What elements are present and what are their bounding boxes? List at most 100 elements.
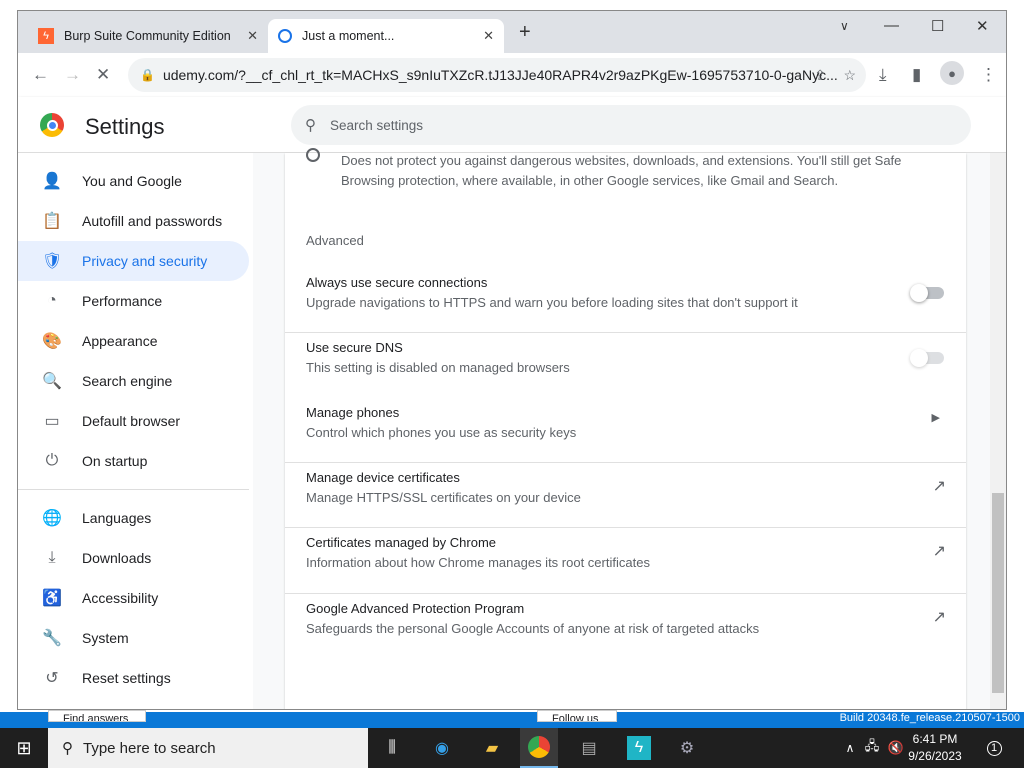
star-icon[interactable]: ☆ <box>843 67 856 84</box>
setting-row-manage-phones[interactable]: Manage phones Control which phones you us… <box>285 405 966 455</box>
shield-icon: 🛡 <box>42 253 63 270</box>
setting-row-manage-device-certificates[interactable]: Manage device certificates Manage HTTPS/S… <box>285 470 966 520</box>
share-icon[interactable]: ⇪ <box>814 67 826 84</box>
close-tab-icon[interactable]: ✕ <box>483 28 494 44</box>
setting-row-use-secure-dns[interactable]: Use secure DNS This setting is disabled o… <box>285 340 966 390</box>
setting-title: Use secure DNS <box>306 340 403 355</box>
sidebar-item-label: Search engine <box>82 373 173 389</box>
notifications-icon[interactable]: 1 <box>982 736 1006 760</box>
sidebar-item-label: Privacy and security <box>82 253 208 269</box>
setting-title: Manage device certificates <box>306 470 460 485</box>
sidebar-item-on-startup[interactable]: ⏻ On startup <box>18 441 249 481</box>
accessibility-icon: ♿ <box>42 590 62 607</box>
sidebar-item-accessibility[interactable]: ♿ Accessibility <box>18 578 249 618</box>
setting-description: This setting is disabled on managed brow… <box>306 360 570 375</box>
lock-icon: 🔒 <box>140 68 155 82</box>
forward-button[interactable]: → <box>64 65 81 85</box>
sidebar-item-default-browser[interactable]: ▭ Default browser <box>18 401 249 441</box>
burp-taskbar-icon[interactable]: ϟ <box>627 736 651 760</box>
menu-icon[interactable]: ⋮ <box>980 65 997 85</box>
taskbar-search[interactable]: ⚲ Type here to search <box>48 728 368 768</box>
sidebar-item-search-engine[interactable]: 🔍 Search engine <box>18 361 249 401</box>
external-link-icon[interactable]: ↗ <box>933 607 946 627</box>
sidebar-item-system[interactable]: 🔧 System <box>18 618 249 658</box>
toggle-switch[interactable] <box>910 284 944 302</box>
sidebar-item-downloads[interactable]: ⤓ Downloads <box>18 538 249 578</box>
build-label: Build 20348.fe_release.210507-1500 <box>839 712 1020 724</box>
search-icon: ⚲ <box>62 740 73 757</box>
main-content: Does not protect you against dangerous w… <box>253 148 990 709</box>
close-tab-icon[interactable]: ✕ <box>247 28 258 44</box>
sidebar-item-label: You and Google <box>82 173 182 189</box>
row-divider <box>285 332 966 333</box>
side-panel-icon[interactable]: ▮ <box>912 65 921 85</box>
sidebar-item-label: Reset settings <box>82 670 171 686</box>
minimize-button[interactable]: — <box>884 17 899 34</box>
task-view-icon[interactable]: ⫼ <box>380 736 404 760</box>
setting-row-certificates-managed-by-chrome[interactable]: Certificates managed by Chrome Informatio… <box>285 535 966 585</box>
browser-icon: ▭ <box>44 413 60 430</box>
settings-card: Does not protect you against dangerous w… <box>285 148 966 709</box>
tab-search-button[interactable]: ∨ <box>840 19 849 33</box>
follow-us-tab: Follow us <box>537 710 617 722</box>
row-divider <box>285 462 966 463</box>
setting-row-google-advanced-protection-program[interactable]: Google Advanced Protection Program Safegu… <box>285 601 966 651</box>
sidebar-item-languages[interactable]: 🌐 Languages <box>18 498 249 538</box>
edge-icon[interactable]: ◉ <box>430 736 454 760</box>
sidebar-item-label: Downloads <box>82 550 152 566</box>
search-icon: 🔍 <box>42 373 62 390</box>
main-scrollbar[interactable] <box>990 153 1006 709</box>
sidebar-divider <box>18 489 249 490</box>
stop-button[interactable]: ✕ <box>96 65 110 85</box>
search-placeholder: Search settings <box>330 117 424 133</box>
setting-description: Information about how Chrome manages its… <box>306 555 650 570</box>
setting-title: Always use secure connections <box>306 275 488 290</box>
sidebar-item-performance[interactable]: ◔ Performance <box>18 281 249 321</box>
page-title: Settings <box>85 114 165 139</box>
setting-description: Upgrade navigations to HTTPS and warn yo… <box>306 295 798 310</box>
toggle-switch[interactable] <box>910 349 944 367</box>
external-link-icon[interactable]: ↗ <box>933 476 946 496</box>
sidebar-item-appearance[interactable]: 🎨 Appearance <box>18 321 249 361</box>
download-icon[interactable]: ⤓ <box>879 65 887 85</box>
sidebar-item-reset-settings[interactable]: ↺ Reset settings <box>18 658 249 698</box>
row-divider <box>285 527 966 528</box>
radio-no-protection[interactable] <box>306 148 320 162</box>
search-settings-input[interactable]: ⚲ Search settings <box>291 105 971 145</box>
sidebar-item-privacy-and-security[interactable]: 🛡 Privacy and security <box>18 241 249 281</box>
maximize-button[interactable]: ☐ <box>931 17 944 35</box>
row-divider <box>285 593 966 594</box>
sidebar-item-label: Accessibility <box>82 590 159 606</box>
external-link-icon[interactable]: ↗ <box>933 541 946 561</box>
sidebar-item-label: System <box>82 630 129 646</box>
profile-avatar[interactable]: ● <box>940 61 964 85</box>
new-tab-button[interactable]: + <box>519 21 531 44</box>
clock[interactable]: 6:41 PM 9/26/2023 <box>905 731 965 765</box>
chrome-taskbar-icon[interactable] <box>520 728 558 768</box>
sidebar-item-you-and-google[interactable]: 👤 You and Google <box>18 161 249 201</box>
close-window-button[interactable]: ✕ <box>976 17 989 35</box>
windows-start-icon[interactable]: ⊞ <box>12 736 36 760</box>
taskbar-search-placeholder: Type here to search <box>83 739 216 757</box>
network-icon[interactable]: 🖧 <box>860 736 884 760</box>
toolbar: ← → ✕ 🔒 udemy.com/?__cf_chl_rt_tk=MACHxS… <box>18 53 1006 97</box>
url-text: udemy.com/?__cf_chl_rt_tk=MACHxS_s9nIuTX… <box>162 67 838 83</box>
sidebar: 👤 You and Google 📋 Autofill and passwords 🛡 P… <box>18 153 253 709</box>
setting-row-always-use-secure-connections[interactable]: Always use secure connections Upgrade nav… <box>285 275 966 325</box>
arrow-right-icon[interactable]: ▶ <box>932 411 940 424</box>
sidebar-item-autofill-and-passwords[interactable]: 📋 Autofill and passwords <box>18 201 249 241</box>
tab-just-a-moment[interactable]: Just a moment... ✕ <box>268 19 504 53</box>
sidebar-item-label: Autofill and passwords <box>82 213 223 229</box>
sidebar-item-label: Appearance <box>82 333 158 349</box>
settings-header: Settings ⚲ Search settings <box>18 97 1006 153</box>
file-explorer-icon[interactable]: ▰ <box>480 736 504 760</box>
show-hidden-icons[interactable]: ∧ <box>838 736 862 760</box>
address-bar[interactable]: 🔒 udemy.com/?__cf_chl_rt_tk=MACHxS_s9nIu… <box>128 58 866 92</box>
server-manager-icon[interactable]: ▤ <box>577 736 601 760</box>
setting-title: Certificates managed by Chrome <box>306 535 497 550</box>
back-button[interactable]: ← <box>32 65 49 85</box>
tab-burp[interactable]: ϟ Burp Suite Community Edition ✕ <box>28 19 268 53</box>
download-icon: ⤓ <box>48 549 56 566</box>
sidebar-item-label: Performance <box>82 293 163 309</box>
settings-gear-icon[interactable]: ⚙ <box>675 736 699 760</box>
